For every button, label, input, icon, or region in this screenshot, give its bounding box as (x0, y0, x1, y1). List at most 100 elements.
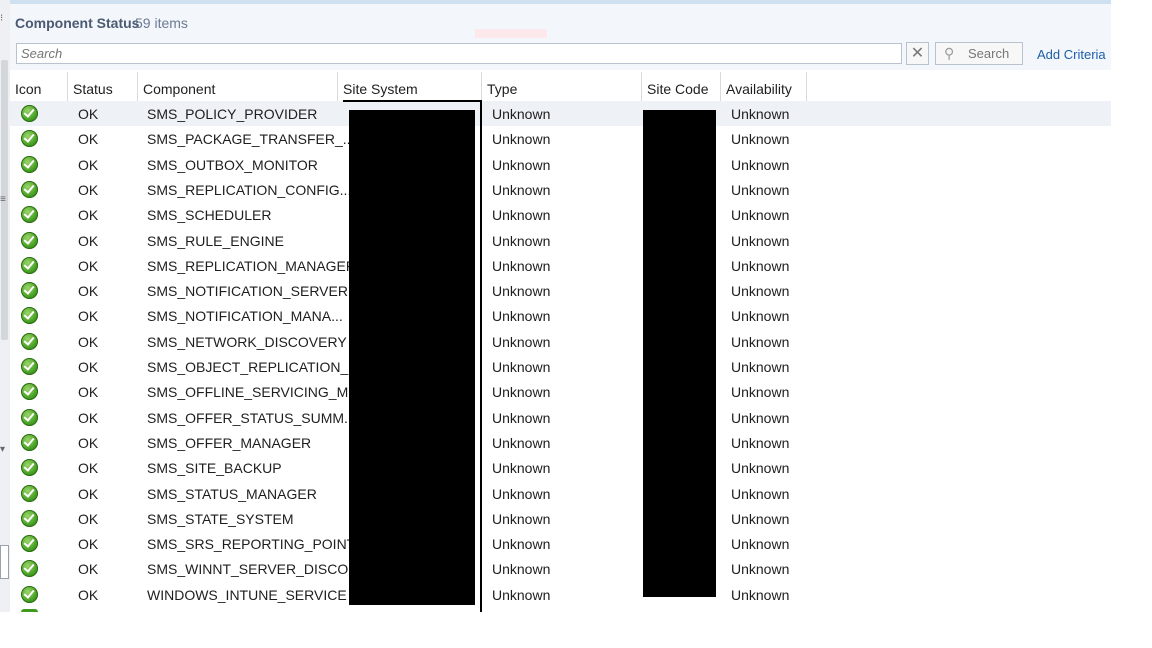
component-cell: SMS_STATUS_MANAGER (147, 485, 317, 502)
table-row[interactable]: OK SMS_REPLICATION_CONFIG... Unknown Unknow… (10, 177, 1111, 202)
availability-cell: Unknown (731, 434, 790, 451)
component-cell: SMS_OUTBOX_MONITOR (147, 156, 318, 173)
status-cell: OK (78, 333, 99, 350)
status-cell: OK (78, 384, 99, 401)
type-cell: Unknown (492, 586, 551, 603)
availability-cell: Unknown (731, 131, 790, 148)
type-cell: Unknown (492, 181, 551, 198)
item-count: 59 items (135, 15, 188, 31)
type-cell: Unknown (492, 207, 551, 224)
table-row[interactable]: OK SMS_NOTIFICATION_MANA... Unknown Unknown (10, 303, 1111, 328)
table-row[interactable]: OK WINDOWS_INTUNE_SERVICE Unknown Unknown (10, 582, 1111, 607)
table-row[interactable]: OK SMS_STATUS_MANAGER Unknown Unknown (10, 481, 1111, 506)
column-header-site-code[interactable]: Site Code (642, 72, 721, 101)
check-circle-icon (21, 332, 38, 350)
availability-cell: Unknown (731, 510, 790, 527)
table-row[interactable]: OK SMS_REPLICATION_MANAGER Unknown Unknown (10, 253, 1111, 278)
availability-cell: Unknown (731, 308, 790, 325)
availability-cell: Unknown (731, 333, 790, 350)
table-row[interactable]: OK SMS_OUTBOX_MONITOR Unknown Unknown (10, 152, 1111, 177)
table-row[interactable]: OK SMS_SRS_REPORTING_POINT Unknown Unknown (10, 531, 1111, 556)
table-row[interactable]: OK SMS_WINNT_SERVER_DISCO... Unknown Unknow… (10, 556, 1111, 581)
table-row[interactable]: OK SMS_PACKAGE_TRANSFER_... Unknown Unknown (10, 126, 1111, 151)
component-cell: SMS_REPLICATION_CONFIG... (147, 181, 352, 198)
type-cell: Unknown (492, 131, 551, 148)
column-header-icon[interactable]: Icon (10, 72, 68, 101)
add-criteria-link[interactable]: Add Criteria (1037, 47, 1106, 62)
type-cell: Unknown (492, 460, 551, 477)
collapse-grip-icon[interactable]: ⁝ (0, 14, 6, 24)
column-header-site-system[interactable]: Site System (338, 72, 482, 101)
page-title: Component Status (15, 15, 140, 31)
status-cell: OK (78, 156, 99, 173)
component-cell: SMS_PACKAGE_TRANSFER_... (147, 131, 355, 148)
column-header-availability[interactable]: Availability (721, 72, 807, 101)
availability-cell: Unknown (731, 257, 790, 274)
table-row[interactable]: OK SMS_NOTIFICATION_SERVER Unknown Unknown (10, 278, 1111, 303)
nav-scroll-box[interactable] (0, 545, 9, 579)
status-cell: OK (78, 283, 99, 300)
type-cell: Unknown (492, 257, 551, 274)
column-header-status[interactable]: Status (68, 72, 138, 101)
check-circle-icon (21, 560, 38, 578)
table-row[interactable]: OK SMS_OFFLINE_SERVICING_M... Unknown Unkno… (10, 379, 1111, 404)
table-row[interactable]: OK SMS_OFFER_STATUS_SUMM... Unknown Unknown (10, 405, 1111, 430)
clear-search-button[interactable]: ✕ (906, 42, 929, 65)
status-cell: OK (78, 308, 99, 325)
check-circle-icon (21, 459, 38, 477)
search-icon: ⚲ (944, 45, 955, 61)
component-status-panel: Component Status 59 items ✕ ⚲ Search Add… (10, 0, 1111, 612)
check-circle-icon (21, 358, 38, 375)
check-circle-icon (21, 155, 38, 173)
table-row[interactable]: OK SMS_NETWORK_DISCOVERY Unknown Unknown (10, 329, 1111, 354)
check-circle-icon (21, 535, 38, 553)
grip-icon: ≡ (0, 194, 6, 205)
component-cell: SMS_STATE_SYSTEM (147, 510, 294, 527)
component-cell: SMS_WINNT_SERVER_DISCO... (147, 561, 360, 578)
availability-cell: Unknown (731, 536, 790, 553)
check-circle-icon (21, 585, 38, 603)
type-cell: Unknown (492, 485, 551, 502)
check-circle-icon (21, 105, 38, 122)
table-row[interactable]: OK SMS_STATE_SYSTEM Unknown Unknown (10, 506, 1111, 531)
availability-cell: Unknown (731, 460, 790, 477)
table-row[interactable]: OK SMS_SCHEDULER Unknown Unknown (10, 202, 1111, 227)
column-separator-line (480, 100, 482, 612)
component-cell: SMS_SRS_REPORTING_POINT (147, 536, 356, 553)
status-cell: OK (78, 207, 99, 224)
status-cell: OK (78, 257, 99, 274)
table-row[interactable]: OK SMS_RULE_ENGINE Unknown Unknown (10, 228, 1111, 253)
check-circle-icon (21, 383, 38, 401)
availability-cell: Unknown (731, 359, 790, 375)
type-cell: Unknown (492, 333, 551, 350)
status-cell: OK (78, 586, 99, 603)
column-header-type[interactable]: Type (482, 72, 642, 101)
availability-cell: Unknown (731, 384, 790, 401)
column-header-component[interactable]: Component (138, 72, 338, 101)
table-row[interactable]: OK SMS_SITE_BACKUP Unknown Unknown (10, 455, 1111, 480)
chevron-down-icon[interactable]: ▾ (0, 445, 6, 455)
type-cell: Unknown (492, 283, 551, 300)
availability-cell: Unknown (731, 181, 790, 198)
table-row[interactable]: OK SMS_POLICY_PROVIDER Unknown Unknown (10, 101, 1111, 126)
component-cell: SMS_OBJECT_REPLICATION_... (147, 359, 360, 375)
component-cell: SMS_NETWORK_DISCOVERY (147, 333, 347, 350)
type-cell: Unknown (492, 434, 551, 451)
availability-cell: Unknown (731, 586, 790, 603)
availability-cell: Unknown (731, 283, 790, 300)
availability-cell: Unknown (731, 561, 790, 578)
status-cell: OK (78, 434, 99, 451)
check-circle-icon (21, 282, 38, 300)
type-cell: Unknown (492, 409, 551, 426)
availability-cell: Unknown (731, 485, 790, 502)
component-cell: SMS_RULE_ENGINE (147, 232, 284, 249)
search-button[interactable]: ⚲ Search (935, 42, 1023, 65)
table-row[interactable]: OK SMS_OFFER_MANAGER Unknown Unknown (10, 430, 1111, 455)
check-circle-icon (21, 180, 38, 198)
status-cell: OK (78, 561, 99, 578)
status-cell: OK (78, 232, 99, 249)
table-row[interactable]: OK SMS_OBJECT_REPLICATION_... Unknown Unkno… (10, 354, 1111, 379)
availability-cell: Unknown (731, 207, 790, 224)
column-header-row: Icon Status Component Site System Type S… (10, 72, 1111, 102)
search-input[interactable] (16, 43, 902, 64)
